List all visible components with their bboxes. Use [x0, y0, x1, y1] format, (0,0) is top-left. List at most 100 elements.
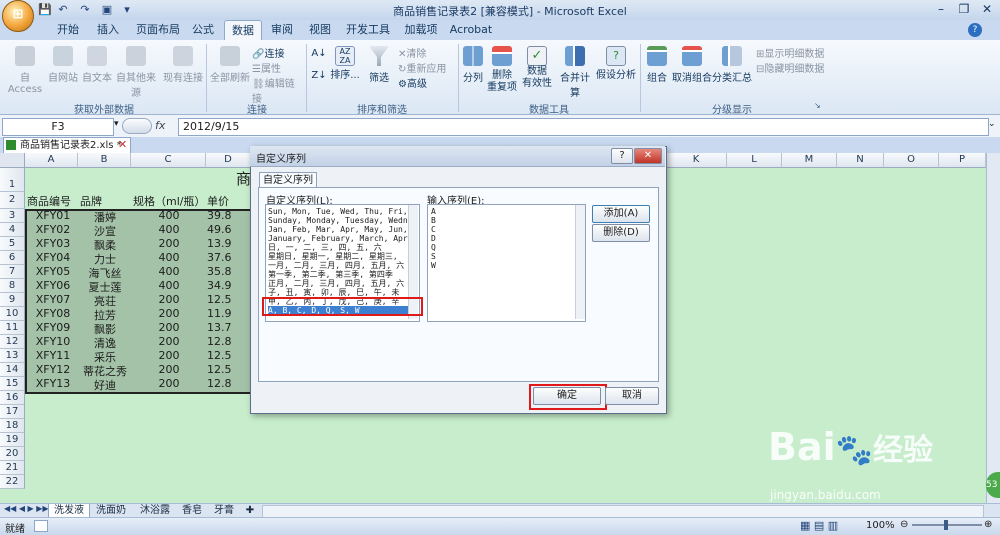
table-cell[interactable]: 200 [133, 349, 205, 362]
input-entries-textarea[interactable]: ABCDQSW [427, 204, 586, 322]
select-all-corner[interactable] [0, 153, 25, 168]
custom-list-item[interactable]: 子, 丑, 寅, 卯, 辰, 巳, 午, 未 [268, 288, 417, 297]
table-cell[interactable]: 200 [133, 307, 205, 320]
table-cell[interactable]: 400 [133, 251, 205, 264]
row-header[interactable]: 14 [0, 363, 25, 377]
vertical-scrollbar[interactable] [986, 153, 1000, 503]
name-box[interactable]: F3 [2, 118, 114, 136]
reapply-button[interactable]: ↻重新应用 [398, 60, 454, 75]
insert-function-icon[interactable]: fx [155, 119, 165, 132]
existing-connections-button[interactable]: 现有连接 [162, 46, 204, 84]
table-cell[interactable]: 200 [133, 321, 205, 334]
row-header[interactable]: 8 [0, 279, 25, 293]
save-icon[interactable]: 💾 [38, 3, 52, 17]
table-cell[interactable]: 200 [133, 293, 205, 306]
from-other-sources-button[interactable]: 自其他来源 [112, 46, 160, 99]
table-cell[interactable]: XFY07 [27, 293, 79, 306]
expand-formula-icon[interactable]: ⌄ [988, 119, 996, 129]
sheet-nav-icons[interactable]: ◀◀ ◀ ▶ ▶▶ [4, 504, 49, 513]
redo-icon[interactable]: ↷ [78, 3, 92, 17]
tab-developer[interactable]: 开发工具 [340, 20, 396, 39]
row-header[interactable]: 20 [0, 447, 25, 461]
tab-view[interactable]: 视图 [302, 20, 338, 39]
add-button[interactable]: 添加(A) [592, 205, 650, 223]
sort-desc-button[interactable]: Z↓ [310, 70, 328, 81]
sheet-tab-body-wash[interactable]: 沐浴露 [134, 504, 176, 517]
table-cell[interactable]: 200 [133, 363, 205, 376]
from-text-button[interactable]: 自文本 [80, 46, 114, 84]
row-header[interactable]: 5 [0, 237, 25, 251]
row-header[interactable]: 16 [0, 391, 25, 405]
row-header[interactable]: 2 [0, 192, 25, 209]
formula-bar-splitter[interactable] [122, 118, 152, 134]
table-cell[interactable]: XFY01 [27, 209, 79, 222]
tab-acrobat[interactable]: Acrobat [448, 20, 494, 39]
custom-list-item[interactable]: January, February, March, April [268, 234, 417, 243]
connections-button[interactable]: 🔗连接 [252, 45, 304, 60]
tab-formulas[interactable]: 公式 [188, 20, 218, 39]
help-icon[interactable]: ? [968, 23, 982, 37]
properties-button[interactable]: ☰属性 [252, 60, 304, 75]
row-header[interactable]: 7 [0, 265, 25, 279]
col-header-c[interactable]: C [131, 153, 206, 168]
consolidate-button[interactable]: 合并计算 [556, 46, 594, 99]
tab-data[interactable]: 数据 [224, 20, 262, 40]
cancel-button[interactable]: 取消 [605, 387, 659, 405]
advanced-filter-button[interactable]: ⚙高级 [398, 75, 454, 90]
sheet-tab-toothpaste[interactable]: 牙膏 [208, 504, 240, 517]
what-if-analysis-button[interactable]: ? 假设分析 [594, 46, 638, 81]
entries-scrollbar[interactable] [575, 205, 585, 319]
formula-input[interactable]: 2012/9/15 [178, 118, 989, 136]
remove-duplicates-button[interactable]: 删除 重复项 [486, 46, 518, 94]
minimize-button[interactable]: – [930, 1, 952, 17]
custom-list-item[interactable]: 正月, 二月, 三月, 四月, 五月, 六 [268, 279, 417, 288]
table-cell[interactable]: 11.9 [207, 307, 249, 320]
dialog-launcher-icon[interactable]: ↘ [814, 101, 821, 110]
row-header[interactable]: 17 [0, 405, 25, 419]
from-access-button[interactable]: 自 Access [4, 46, 46, 95]
subtotal-button[interactable]: 分类汇总 [712, 46, 752, 84]
table-cell[interactable]: 34.9 [207, 279, 249, 292]
row-header[interactable]: 13 [0, 349, 25, 363]
col-header-l[interactable]: L [727, 153, 782, 168]
tab-page-layout[interactable]: 页面布局 [130, 20, 186, 39]
table-cell[interactable]: XFY04 [27, 251, 79, 264]
close-window-button[interactable]: ✕ [976, 1, 998, 17]
table-cell[interactable]: 200 [133, 237, 205, 250]
col-header-n[interactable]: N [837, 153, 884, 168]
row-header[interactable]: 22 [0, 475, 25, 489]
table-cell[interactable]: 400 [133, 223, 205, 236]
table-cell[interactable]: 400 [133, 265, 205, 278]
row-header[interactable]: 11 [0, 321, 25, 335]
table-cell[interactable]: XFY06 [27, 279, 79, 292]
row-header[interactable]: 18 [0, 419, 25, 433]
table-cell[interactable]: 12.5 [207, 363, 249, 376]
table-cell[interactable]: 好迪 [80, 377, 130, 393]
dialog-close-button[interactable]: ✕ [634, 148, 662, 164]
text-to-columns-button[interactable]: 分列 [460, 46, 486, 84]
tab-review[interactable]: 审阅 [264, 20, 300, 39]
show-detail-button[interactable]: ⊞显示明细数据 [756, 45, 836, 60]
col-header-b[interactable]: B [78, 153, 131, 168]
table-cell[interactable]: 200 [133, 377, 205, 390]
row-header[interactable]: 12 [0, 335, 25, 349]
undo-icon[interactable]: ↶ [56, 3, 70, 17]
table-cell[interactable]: 35.8 [207, 265, 249, 278]
header-cell[interactable]: 规格（ml/瓶） [133, 193, 205, 209]
table-cell[interactable]: 12.8 [207, 377, 249, 390]
table-cell[interactable]: 49.6 [207, 223, 249, 236]
col-header-o[interactable]: O [884, 153, 939, 168]
custom-list-item[interactable]: 一月, 二月, 三月, 四月, 五月, 六 [268, 261, 417, 270]
table-cell[interactable]: 400 [133, 279, 205, 292]
office-button[interactable]: ⊞ [2, 0, 34, 32]
row-header[interactable]: 9 [0, 293, 25, 307]
refresh-all-button[interactable]: 全部刷新 [210, 46, 250, 84]
filter-button[interactable]: 筛选 [364, 46, 394, 84]
tab-addins[interactable]: 加载项 [398, 20, 444, 39]
zoom-in-icon[interactable]: ⊕ [984, 519, 992, 530]
row-header[interactable]: 3 [0, 209, 25, 223]
col-header-m[interactable]: M [782, 153, 837, 168]
custom-list-item[interactable]: Jan, Feb, Mar, Apr, May, Jun, J [268, 225, 417, 234]
tab-insert[interactable]: 插入 [90, 20, 126, 39]
table-cell[interactable]: 37.6 [207, 251, 249, 264]
